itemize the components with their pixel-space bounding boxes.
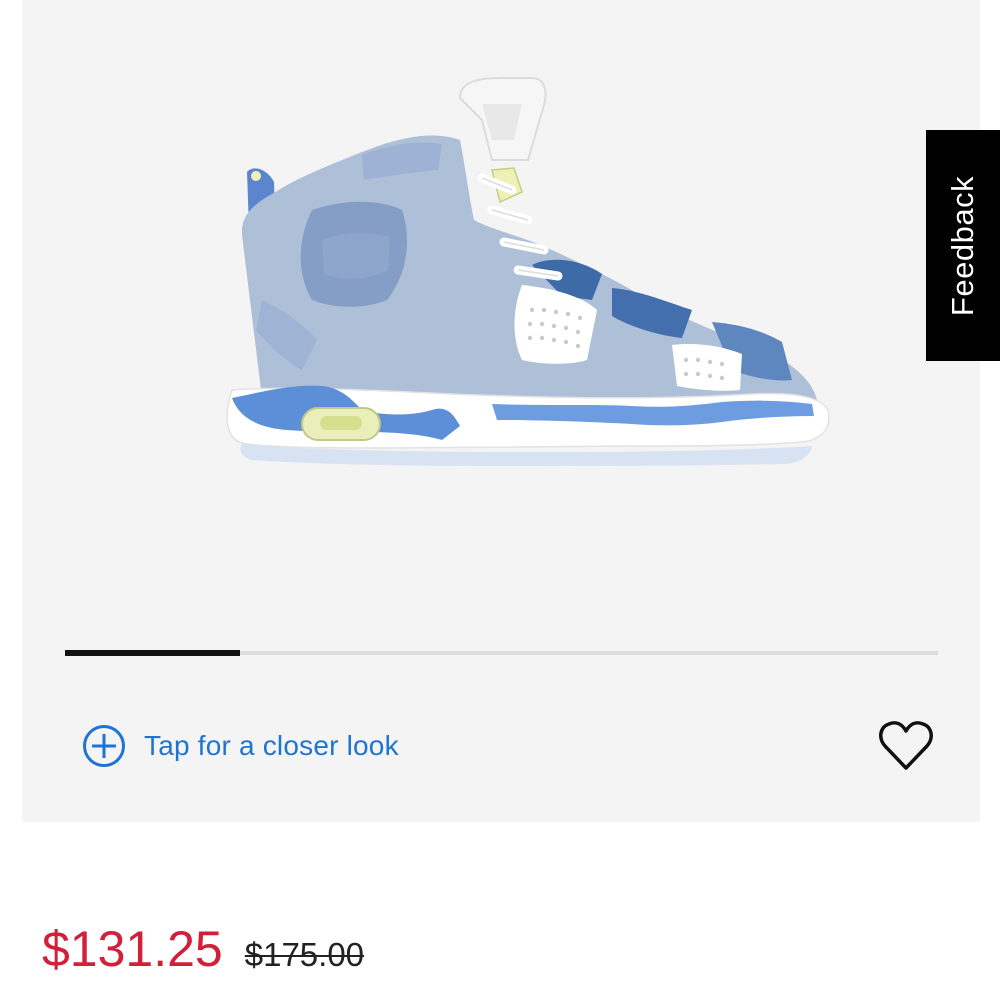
sale-price: $131.25 [42,921,223,977]
original-price: $175.00 [244,936,365,973]
price-row: $131.25 $175.00 [42,920,364,980]
product-gallery[interactable]: Tap for a closer look [22,0,980,822]
gallery-progress-fill [65,650,240,656]
closer-look-label: Tap for a closer look [144,730,399,761]
feedback-tab[interactable]: Feedback [926,130,1000,361]
plus-circle-icon [83,725,125,767]
heart-icon[interactable] [877,718,935,774]
closer-look-button[interactable]: Tap for a closer look [82,722,399,770]
product-page: Tap for a closer look Feedback $131.25 $… [0,0,1000,1000]
gallery-progress-bar [65,650,938,656]
product-image[interactable] [192,60,842,500]
feedback-label: Feedback [945,175,981,316]
